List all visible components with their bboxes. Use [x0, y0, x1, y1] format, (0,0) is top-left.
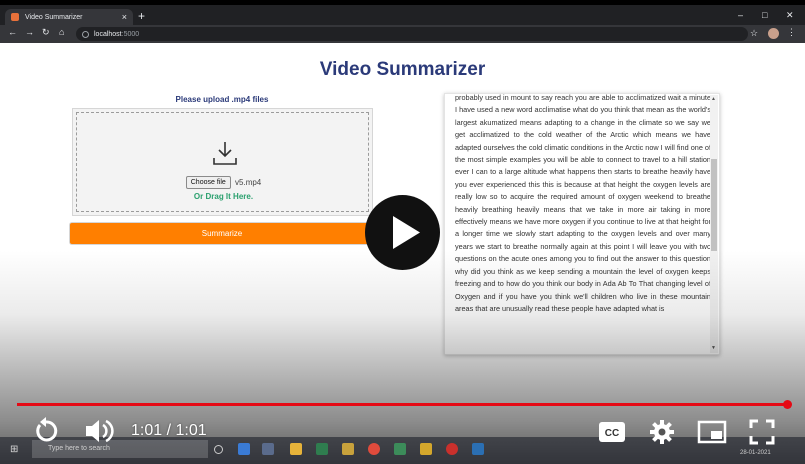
progress-scrubber[interactable] [783, 400, 792, 409]
video-progress-bar[interactable] [17, 400, 792, 409]
settings-gear-icon[interactable] [649, 419, 675, 445]
new-tab-button[interactable]: + [138, 10, 145, 22]
task-view-icon[interactable] [214, 445, 223, 454]
taskbar-app-icon[interactable] [394, 443, 406, 455]
reload-icon[interactable]: ↻ [42, 27, 50, 38]
windows-start-icon[interactable]: ⊞ [10, 445, 20, 455]
bookmark-star-icon[interactable]: ☆ [750, 28, 758, 39]
favicon-icon [11, 13, 19, 21]
time-display: 1:01 / 1:01 [131, 422, 207, 439]
screen: Video Summarizer × + – □ ✕ ← → ↻ ⌂ local… [0, 0, 805, 464]
replay-icon[interactable] [31, 416, 61, 446]
taskbar-app-icon[interactable] [446, 443, 458, 455]
browser-toolbar: ← → ↻ ⌂ localhost :5000 ☆ ⋮ [0, 25, 805, 43]
taskbar-app-icon[interactable] [420, 443, 432, 455]
summarize-button[interactable]: Summarize [70, 223, 374, 244]
profile-avatar[interactable] [768, 28, 779, 39]
upload-panel: Choose file v5.mp4 Or Drag It Here. [72, 108, 373, 216]
scroll-up-icon[interactable]: ▲ [711, 96, 716, 102]
play-button[interactable] [365, 195, 440, 270]
drag-hint: Or Drag It Here. [193, 192, 254, 201]
taskbar-app-icon[interactable] [238, 443, 250, 455]
site-info-icon[interactable] [82, 30, 89, 38]
tab-close-icon[interactable]: × [122, 12, 127, 22]
url-port: :5000 [121, 30, 140, 38]
video-overlay-shade [0, 250, 805, 464]
taskbar-app-icon[interactable] [472, 443, 484, 455]
upload-label: Please upload .mp4 files [175, 95, 269, 104]
chrome-taskbar-icon[interactable] [368, 443, 380, 455]
svg-text:CC: CC [605, 428, 619, 439]
taskbar-app-icon[interactable] [290, 443, 302, 455]
download-icon [213, 142, 237, 165]
address-bar[interactable]: localhost :5000 [76, 27, 748, 41]
miniplayer-icon[interactable] [697, 420, 727, 444]
url-host: localhost [94, 30, 122, 38]
back-icon[interactable]: ← [8, 27, 17, 37]
play-icon [393, 216, 420, 249]
page-title: Video Summarizer [319, 59, 486, 80]
drop-zone[interactable]: Choose file v5.mp4 Or Drag It Here. [76, 112, 369, 212]
scroll-thumb[interactable] [711, 159, 717, 251]
captions-icon[interactable]: CC [598, 421, 626, 443]
restore-icon[interactable]: □ [762, 10, 767, 20]
fullscreen-icon[interactable] [749, 419, 775, 445]
forward-icon[interactable]: → [25, 27, 34, 37]
taskbar-app-icon[interactable] [342, 443, 354, 455]
close-window-icon[interactable]: ✕ [786, 10, 794, 21]
taskbar-app-icon[interactable] [262, 443, 274, 455]
browser-tab[interactable]: Video Summarizer × [5, 9, 133, 25]
home-icon[interactable]: ⌂ [59, 27, 64, 37]
choose-file-button[interactable]: Choose file [185, 176, 231, 189]
browser-menu-icon[interactable]: ⋮ [787, 27, 796, 38]
file-input-row: Choose file v5.mp4 [77, 176, 370, 189]
volume-icon[interactable] [84, 417, 114, 445]
minimize-icon[interactable]: – [738, 10, 743, 20]
selected-file-name: v5.mp4 [235, 178, 262, 187]
browser-tab-strip: Video Summarizer × + – □ ✕ [0, 5, 805, 25]
tab-title: Video Summarizer [25, 13, 83, 21]
os-taskbar: ⊞ Type here to search 28-01-2021 [0, 437, 805, 464]
taskbar-date: 28-01-2021 [740, 450, 771, 456]
taskbar-app-icon[interactable] [316, 443, 328, 455]
